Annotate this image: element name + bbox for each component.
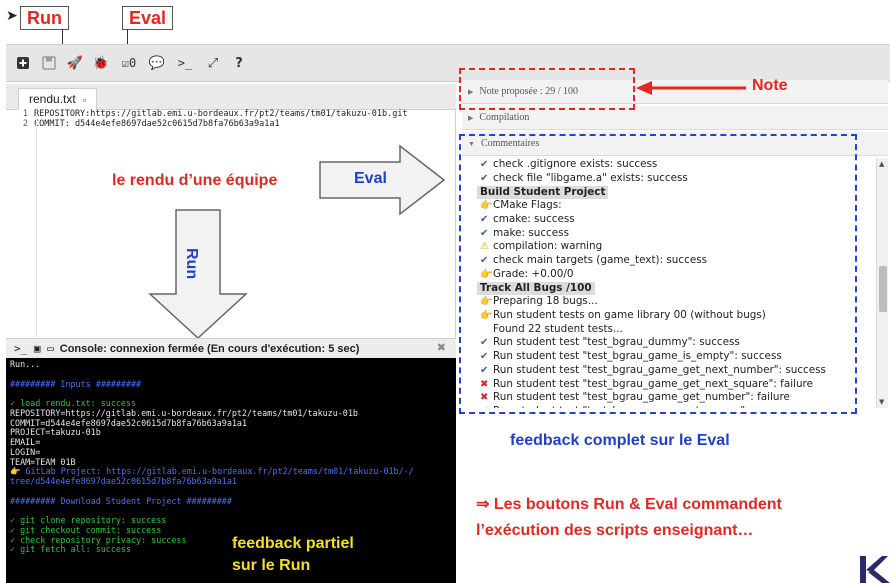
note-annotation: Note — [752, 77, 788, 94]
run-arrow-label: Run — [183, 248, 200, 280]
close-icon[interactable]: ✖ — [437, 339, 446, 358]
save-icon[interactable] — [38, 52, 60, 74]
note-highlight-box — [459, 68, 635, 110]
console-title: Console: connexion fermée (En cours d'ex… — [59, 343, 360, 355]
comment-icon[interactable]: 💬 — [146, 52, 168, 74]
editor-tab-rendu[interactable]: rendu.txt ▫ — [18, 88, 98, 110]
feedback-partial-annotation-2: sur le Run — [232, 557, 311, 574]
console-line: EMAIL= — [10, 437, 41, 447]
bug-icon[interactable]: 🐞 — [90, 52, 112, 74]
console-line: tree/d544e4efe8697dae52c0615d7b8fa76b63a… — [10, 476, 237, 486]
console-line: ✓ git fetch all: success — [10, 544, 132, 555]
mouse-cursor-icon: ➤ — [6, 8, 18, 24]
editor-tab-label: rendu.txt — [29, 92, 76, 106]
file-type-icon: ▫ — [83, 95, 87, 105]
code-line: 2 COMMIT: d544e4efe8697dae52c0615d7b8fa7… — [6, 118, 455, 130]
comments-highlight-box — [459, 134, 857, 414]
comments-scrollbar[interactable]: ▲ ▼ — [876, 158, 888, 408]
eval-callout-label: Eval — [122, 6, 174, 30]
editor-gutter — [36, 110, 37, 338]
run-rocket-icon[interactable]: 🚀 — [64, 52, 86, 74]
scrollbar-thumb[interactable] — [879, 266, 887, 312]
terminal-icon[interactable]: >_ — [172, 52, 198, 74]
feedback-partial-annotation-1: feedback partiel — [232, 535, 354, 552]
feedback-full-annotation: feedback complet sur le Eval — [510, 432, 730, 449]
console-line: PROJECT=takuzu-01b — [10, 427, 101, 438]
eval-checkbox-icon[interactable]: ☑ 0 — [116, 52, 142, 74]
console-output[interactable]: Run... ######### Inputs ######### ✓ load… — [6, 358, 456, 583]
line-number: 2 — [22, 118, 28, 129]
console-toolbar-icons[interactable]: >_ ▣ ▭ — [14, 342, 54, 355]
logo-fragment — [860, 556, 890, 583]
eval-arrow-label: Eval — [354, 170, 387, 187]
scroll-up-icon[interactable]: ▲ — [879, 160, 884, 168]
fullscreen-icon[interactable]: ⤢ — [202, 52, 224, 74]
console-line: ######### Download Student Project #####… — [10, 495, 232, 506]
help-icon[interactable]: ? — [228, 52, 250, 74]
buttons-annotation-line1: ⇒ Les boutons Run & Eval commandent — [476, 496, 782, 513]
editor-tab-bar: rendu.txt ▫ — [6, 84, 456, 110]
console-line: LOGIN= — [10, 446, 41, 457]
console-line: Run... — [10, 359, 41, 369]
compilation-label: Compilation — [479, 112, 530, 123]
team-render-annotation: le rendu d’une équipe — [112, 172, 278, 189]
eval-count: 0 — [129, 56, 137, 70]
scroll-down-icon[interactable]: ▼ — [879, 398, 884, 406]
note-arrow — [636, 81, 746, 95]
new-file-icon[interactable] — [12, 52, 34, 74]
line-number: 1 — [22, 109, 28, 119]
console-line: ######### Inputs ######### — [10, 378, 142, 389]
run-callout-label: Run — [20, 6, 69, 30]
console-header: >_ ▣ ▭ Console: connexion fermée (En cour… — [6, 338, 456, 358]
code-text: COMMIT: d544e4efe8697dae52c0615d7b8fa76b… — [34, 118, 280, 129]
buttons-annotation-line2: l’exécution des scripts enseignant… — [476, 522, 754, 539]
